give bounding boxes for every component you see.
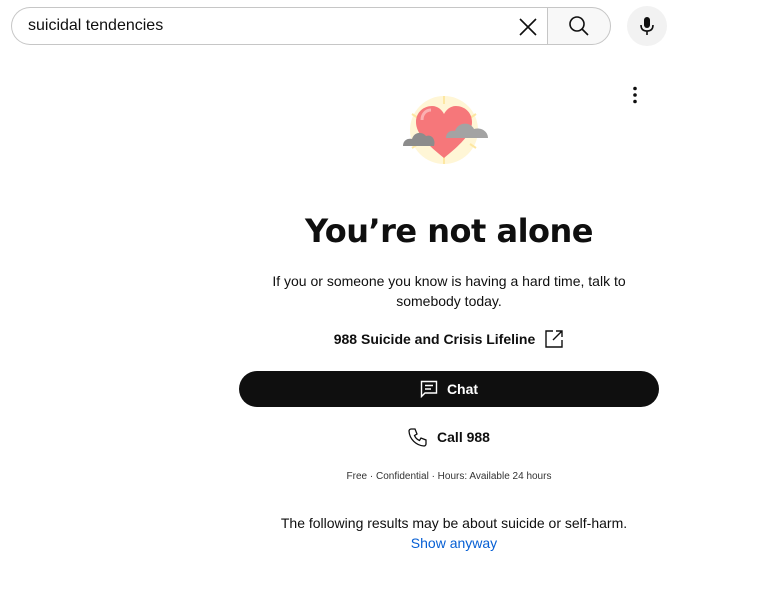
search-button[interactable] — [547, 7, 611, 45]
call-label: Call 988 — [437, 429, 490, 445]
service-details: Free · Confidential · Hours: Available 2… — [346, 471, 552, 482]
lifeline-link[interactable]: 988 Suicide and Crisis Lifeline — [239, 329, 659, 349]
show-anyway-link[interactable]: Show anyway — [239, 535, 669, 551]
search-box[interactable] — [11, 7, 547, 45]
more-vert-icon — [632, 86, 638, 104]
search-input[interactable] — [28, 11, 498, 41]
external-link-icon — [544, 329, 564, 349]
chat-label: Chat — [446, 381, 479, 397]
results-warning: The following results may be about suici… — [280, 515, 628, 531]
call-button[interactable]: Call 988 — [239, 423, 659, 451]
voice-search-button[interactable] — [627, 6, 667, 46]
lifeline-label: 988 Suicide and Crisis Lifeline — [333, 331, 536, 347]
headline: You’re not alone — [304, 212, 594, 250]
page: You’re not alone If you or someone you k… — [0, 0, 767, 590]
chat-button[interactable]: Chat — [239, 371, 659, 407]
phone-icon — [408, 427, 428, 447]
chat-icon — [420, 380, 438, 398]
close-icon[interactable] — [513, 12, 543, 42]
search-icon — [568, 15, 590, 37]
more-options-button[interactable] — [620, 80, 650, 110]
mic-icon — [638, 16, 656, 36]
support-message: If you or someone you know is having a h… — [272, 273, 626, 309]
heart-clouds-illustration — [398, 94, 494, 166]
